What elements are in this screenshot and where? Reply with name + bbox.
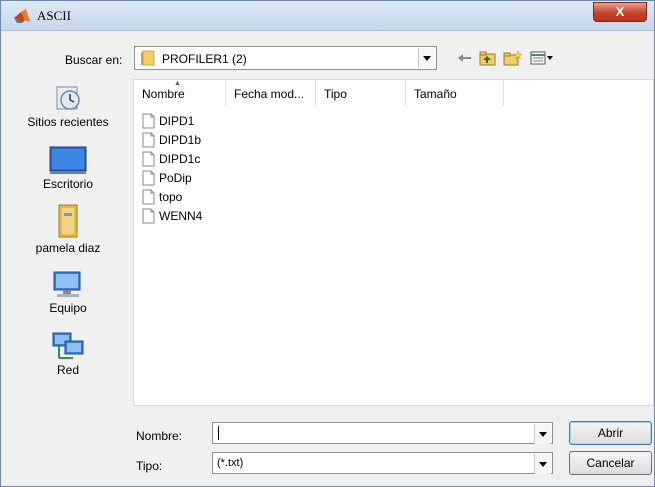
folder-icon <box>141 50 155 66</box>
place-label: Escritorio <box>42 177 93 191</box>
filetype-dropdown-button[interactable] <box>534 454 551 474</box>
filename-input[interactable] <box>212 422 553 444</box>
open-button[interactable]: Abrir <box>569 421 652 445</box>
place-user[interactable]: pamela diaz <box>5 203 131 255</box>
place-label: Equipo <box>49 301 87 315</box>
file-open-dialog: ASCII X Buscar en: PROFILER1 (2) Sitios … <box>0 0 655 487</box>
lookin-value: PROFILER1 (2) <box>162 52 247 66</box>
places-bar: Sitios recientes Escritorio pamela diaz <box>5 79 131 475</box>
column-header-name[interactable]: ▲ Nombre <box>134 80 226 106</box>
place-label: Red <box>56 363 79 377</box>
column-header-type[interactable]: Tipo <box>316 80 406 106</box>
file-list[interactable]: ▲ Nombre Fecha mod... Tipo Tamaño DIPD1 … <box>133 79 654 406</box>
text-caret <box>218 426 219 440</box>
file-icon <box>142 151 155 167</box>
title-bar[interactable]: ASCII X <box>1 1 654 31</box>
place-recent[interactable]: Sitios recientes <box>5 83 131 129</box>
window-title: ASCII <box>37 8 71 23</box>
cancel-button[interactable]: Cancelar <box>569 451 652 475</box>
place-label: pamela diaz <box>35 241 101 255</box>
filename-dropdown-button[interactable] <box>534 424 551 444</box>
computer-icon <box>53 271 81 297</box>
network-icon <box>52 332 84 359</box>
chevron-down-icon <box>423 55 431 61</box>
column-header-date[interactable]: Fecha mod... <box>226 80 316 106</box>
lookin-label: Buscar en: <box>65 53 123 67</box>
lookin-dropdown-button[interactable] <box>418 48 435 68</box>
place-computer[interactable]: Equipo <box>5 269 131 315</box>
place-desktop[interactable]: Escritorio <box>5 145 131 191</box>
recent-places-icon <box>56 86 80 110</box>
close-button[interactable]: X <box>593 2 647 22</box>
file-icon <box>142 208 155 224</box>
matlab-icon <box>14 9 30 23</box>
file-icon <box>142 132 155 148</box>
column-header-size[interactable]: Tamaño <box>406 80 504 106</box>
place-label: Sitios recientes <box>27 115 109 129</box>
column-headers: ▲ Nombre Fecha mod... Tipo Tamaño <box>134 80 653 106</box>
chevron-down-icon <box>539 461 547 467</box>
filetype-label: Tipo: <box>136 459 163 473</box>
back-arrow-icon[interactable] <box>457 50 473 66</box>
lookin-combo[interactable]: PROFILER1 (2) <box>134 46 437 70</box>
filetype-value: (*.txt) <box>217 457 244 469</box>
place-network[interactable]: Red <box>5 331 131 377</box>
chevron-down-icon <box>539 431 547 437</box>
file-icon <box>142 189 155 205</box>
view-menu-icon[interactable] <box>530 50 554 66</box>
up-folder-icon[interactable] <box>479 50 497 66</box>
file-icon <box>142 170 155 186</box>
filename-label: Nombre: <box>136 429 183 443</box>
user-folder-icon <box>58 204 78 238</box>
sort-up-icon: ▲ <box>174 80 181 87</box>
filetype-select[interactable]: (*.txt) <box>212 452 553 474</box>
close-icon: X <box>615 4 625 19</box>
desktop-icon <box>49 146 87 174</box>
file-icon <box>142 113 155 129</box>
new-folder-icon[interactable] <box>503 50 523 66</box>
